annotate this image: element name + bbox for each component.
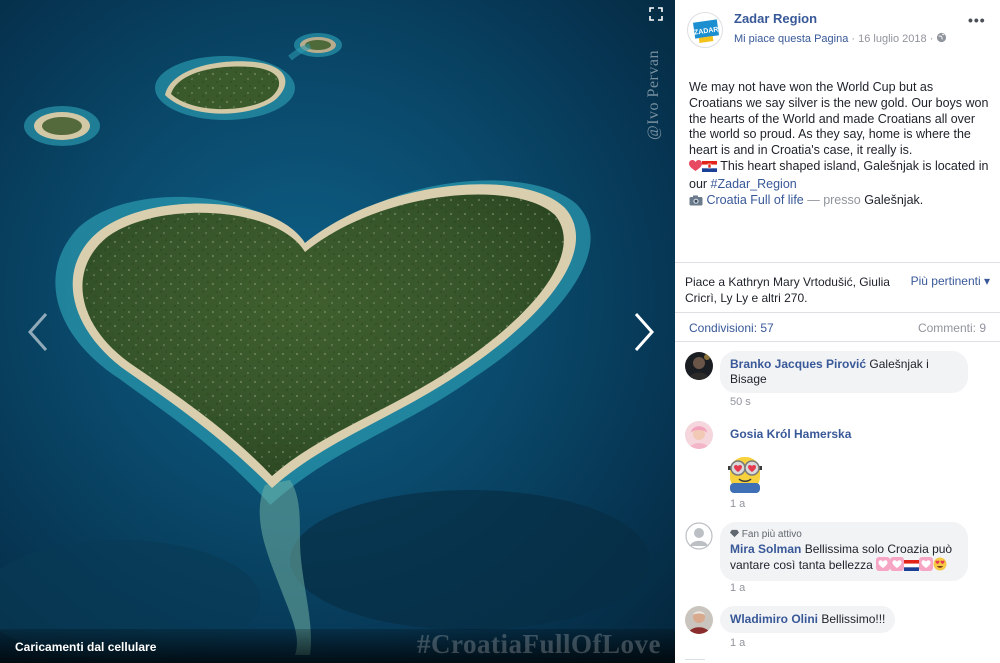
post-side-panel: ZADAR Zadar Region Mi piace questa Pagin…: [675, 0, 1000, 663]
album-caption-link[interactable]: Caricamenti dal cellulare: [15, 640, 156, 654]
avatar[interactable]: [685, 522, 713, 550]
chevron-right-icon[interactable]: [630, 310, 660, 354]
meta-separator-2: ·: [926, 33, 937, 45]
likes-row: Piace a Kathryn Mary Vrtodušić, Giulia C…: [685, 274, 990, 306]
comment-bubble: Wladimiro Olini Bellissimo!!!: [720, 606, 896, 633]
meta-separator: ·: [848, 33, 859, 45]
heart-emoji-icon: [689, 159, 702, 177]
heart-box-icon: [919, 557, 934, 575]
comment-timestamp[interactable]: 1 a: [730, 637, 745, 649]
globe-icon: [936, 32, 947, 45]
avatar[interactable]: [685, 421, 713, 449]
comment-author-link[interactable]: Gosia Król Hamerska: [730, 427, 851, 441]
comment-author-link[interactable]: Branko Jacques Pirović: [730, 357, 866, 371]
comment-timestamp[interactable]: 1 a: [730, 498, 745, 510]
comment-timestamp[interactable]: 1 a: [730, 582, 745, 594]
next-comment-edge: [685, 659, 705, 663]
comment-author-link[interactable]: Mira Solman: [730, 542, 801, 556]
post-meta: Mi piace questa Pagina · 16 luglio 2018 …: [734, 32, 947, 45]
chevron-left-icon[interactable]: [22, 310, 52, 354]
photo-credit-watermark: @Ivo Pervan: [645, 50, 662, 140]
top-fan-label: Fan più attivo: [741, 529, 802, 540]
post-text-main: We may not have won the World Cup but as…: [689, 80, 989, 158]
more-options-icon[interactable]: •••: [968, 12, 986, 28]
heart-box-icon: [890, 557, 905, 575]
comment-author-link[interactable]: Wladimiro Olini: [730, 612, 818, 626]
emoji-row: [876, 557, 947, 575]
at-text: — presso: [803, 192, 865, 207]
minion-heart-eyes-sticker: [724, 451, 766, 495]
diamond-icon: [730, 529, 739, 538]
album-link[interactable]: Croatia Full of life: [706, 193, 803, 207]
croatia-flag-icon: [702, 160, 717, 177]
avatar[interactable]: [685, 352, 713, 380]
avatar[interactable]: [685, 606, 713, 634]
post-text: We may not have won the World Cup but as…: [689, 80, 989, 210]
comments-count-link[interactable]: Commenti: 9: [918, 321, 986, 335]
expand-icon[interactable]: [648, 6, 664, 22]
heart-eyes-icon: [933, 557, 947, 575]
heart-box-icon: [876, 557, 891, 575]
divider: [675, 341, 1000, 342]
post-date[interactable]: 16 luglio 2018: [858, 33, 927, 45]
top-fan-badge: Fan più attivo: [730, 528, 958, 541]
croatia-flag-icon: [904, 560, 920, 575]
photo-viewer[interactable]: @Ivo Pervan Caricamenti dal cellulare #C…: [0, 0, 675, 663]
likes-summary[interactable]: Piace a Kathryn Mary Vrtodušić, Giulia C…: [685, 274, 895, 306]
divider: [675, 312, 1000, 313]
comment-bubble: Fan più attivo Mira Solman Bellissima so…: [720, 522, 968, 581]
like-page-link[interactable]: Mi piace questa Pagina: [734, 33, 848, 45]
sort-comments-dropdown[interactable]: Più pertinenti ▾: [911, 274, 990, 288]
comment-timestamp[interactable]: 50 s: [730, 396, 751, 408]
place-link[interactable]: Galešnjak: [864, 193, 920, 207]
text-period: .: [919, 192, 924, 207]
hashtag-link[interactable]: #Zadar_Region: [711, 177, 797, 191]
shares-count-link[interactable]: Condivisioni: 57: [689, 321, 774, 335]
page-name-link[interactable]: Zadar Region: [734, 11, 817, 26]
camera-icon: [689, 195, 703, 211]
hashtag-watermark: #CroatiaFullOfLove: [417, 629, 661, 659]
comment-bubble: Branko Jacques Pirović Galešnjak i Bisag…: [720, 351, 968, 393]
comment-bubble: Gosia Król Hamerska: [720, 421, 861, 448]
island-photo: [0, 33, 650, 660]
page-avatar[interactable]: ZADAR: [687, 12, 723, 48]
comment-text: Bellissimo!!!: [818, 612, 886, 626]
divider: [675, 262, 1000, 263]
